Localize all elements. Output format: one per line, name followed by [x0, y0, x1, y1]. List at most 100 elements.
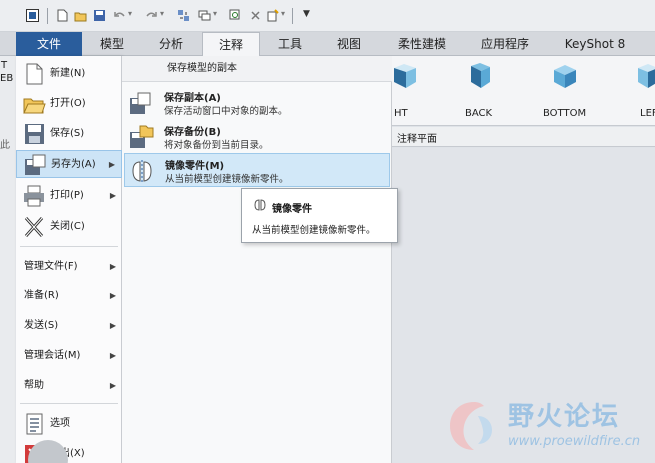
save-copy-icon — [130, 92, 151, 114]
mirror-part-icon — [132, 160, 152, 182]
save-icon[interactable] — [93, 9, 106, 22]
tooltip-title: 镜像零件 — [272, 204, 312, 215]
menu-item-send[interactable]: 发送(S) ▶ — [16, 315, 122, 337]
watermark-text: 野火论坛 — [508, 402, 621, 432]
menu-item-save-as[interactable]: 另存为(A) ▶ — [16, 150, 122, 178]
watermark-logo-icon — [450, 402, 492, 450]
menu-item-open[interactable]: 打开(O) — [16, 90, 122, 118]
mirror-part-title: 镜像零件(M) — [165, 161, 225, 172]
windows-icon[interactable] — [198, 9, 211, 22]
view-right-cube-icon[interactable] — [392, 62, 418, 90]
zoom-icon[interactable] — [229, 9, 242, 22]
annotation-plane-label[interactable]: 注释平面 — [397, 130, 437, 145]
menu-item-label: 另存为(A) — [51, 159, 96, 170]
quick-access-toolbar: ▾ ▾ ▾ ▾ ▼ — [0, 0, 655, 32]
close-icon — [24, 217, 44, 237]
menu-item-label: 关闭(C) — [50, 221, 85, 232]
app-menu-icon[interactable] — [26, 9, 39, 22]
menu-item-label: 保存(S) — [50, 128, 85, 139]
left-edge-strip: T EB 此 — [0, 56, 16, 463]
watermark: 野火论坛 www.proewildfire.cn — [440, 392, 655, 463]
menu-item-label: 准备(R) — [24, 290, 59, 301]
mirror-part-icon — [254, 199, 266, 211]
menu-item-label: 打印(P) — [50, 190, 84, 201]
menu-item-manage-session[interactable]: 管理会话(M) ▶ — [16, 345, 122, 367]
menu-item-label: 打开(O) — [50, 98, 86, 109]
undo-dropdown-icon[interactable]: ▾ — [128, 9, 132, 18]
view-bottom-cube-icon[interactable] — [552, 62, 578, 90]
customize-icon[interactable] — [266, 9, 279, 22]
menu-item-options[interactable]: 选项 — [16, 410, 122, 438]
menu-item-manage-file[interactable]: 管理文件(F) ▶ — [16, 256, 122, 278]
tab-applications[interactable]: 应用程序 — [466, 32, 544, 56]
submenu-arrow-icon: ▶ — [109, 262, 116, 271]
more-commands-icon[interactable]: ▼ — [303, 9, 310, 19]
save-copy-item[interactable]: 保存副本(A) 保存活动窗口中对象的副本。 — [124, 86, 390, 120]
windows-dropdown-icon[interactable]: ▾ — [213, 9, 217, 18]
left-strip-text-2: EB — [0, 73, 14, 84]
menu-item-label: 发送(S) — [24, 320, 59, 331]
submenu-arrow-icon: ▶ — [109, 321, 116, 330]
submenu-arrow-icon: ▶ — [109, 351, 116, 360]
close-window-icon[interactable] — [249, 9, 262, 22]
open-folder-icon — [23, 98, 46, 114]
menu-item-close[interactable]: 关闭(C) — [16, 213, 122, 241]
menu-divider — [20, 246, 118, 247]
save-backup-item[interactable]: 保存备份(B) 将对象备份到当前目录。 — [124, 120, 390, 154]
new-icon[interactable] — [56, 9, 69, 22]
submenu-arrow-icon: ▶ — [108, 160, 115, 169]
save-copy-desc: 保存活动窗口中对象的副本。 — [164, 106, 288, 117]
save-backup-title: 保存备份(B) — [164, 127, 221, 138]
tooltip-desc: 从当前模型创建镜像新零件。 — [252, 225, 376, 236]
menu-item-label: 管理会话(M) — [24, 350, 81, 361]
mirror-part-desc: 从当前模型创建镜像新零件。 — [165, 174, 289, 185]
file-menu: 新建(N) 打开(O) 保存(S) 另存为(A) ▶ 打印(P) ▶ 关闭(C)… — [16, 56, 122, 463]
view-right-label[interactable]: HT — [394, 108, 408, 119]
submenu-arrow-icon: ▶ — [109, 191, 116, 200]
menu-item-prepare[interactable]: 准备(R) ▶ — [16, 285, 122, 307]
menu-item-label: 选项 — [50, 418, 70, 429]
save-icon — [25, 124, 44, 144]
mirror-part-item[interactable]: 镜像零件(M) 从当前模型创建镜像新零件。 — [124, 153, 390, 187]
tab-model[interactable]: 模型 — [82, 32, 142, 56]
menu-item-save[interactable]: 保存(S) — [16, 120, 122, 148]
options-icon — [26, 413, 43, 435]
save-backup-icon — [130, 125, 154, 148]
menu-item-print[interactable]: 打印(P) ▶ — [16, 182, 122, 210]
redo-dropdown-icon[interactable]: ▾ — [160, 9, 164, 18]
view-left-cube-icon[interactable] — [632, 62, 655, 90]
view-left-label[interactable]: LEF — [640, 108, 655, 119]
new-file-icon — [26, 63, 43, 85]
save-as-panel: 保存模型的副本 保存副本(A) 保存活动窗口中对象的副本。 保存备份(B) 将对… — [122, 56, 392, 463]
view-back-label[interactable]: BACK — [465, 108, 492, 119]
menu-divider — [20, 403, 118, 404]
regenerate-icon[interactable] — [177, 9, 190, 22]
undo-icon[interactable] — [113, 9, 126, 22]
save-copy-title: 保存副本(A) — [164, 93, 221, 104]
tab-tools[interactable]: 工具 — [262, 32, 318, 56]
tab-view[interactable]: 视图 — [320, 32, 378, 56]
open-icon[interactable] — [74, 9, 87, 22]
customize-dropdown-icon[interactable]: ▾ — [281, 9, 285, 18]
menu-item-label: 帮助 — [24, 380, 44, 391]
save-as-icon — [25, 154, 46, 175]
menu-item-help[interactable]: 帮助 ▶ — [16, 375, 122, 397]
print-icon — [24, 185, 44, 207]
menu-item-label: 管理文件(F) — [24, 261, 78, 272]
watermark-url: www.proewildfire.cn — [508, 434, 641, 449]
save-as-panel-header: 保存模型的副本 — [122, 56, 392, 82]
menu-item-new[interactable]: 新建(N) — [16, 60, 122, 88]
submenu-arrow-icon: ▶ — [109, 381, 116, 390]
tab-keyshot[interactable]: KeyShot 8 — [548, 32, 642, 56]
view-bottom-label[interactable]: BOTTOM — [543, 108, 586, 119]
mirror-part-tooltip: 镜像零件 从当前模型创建镜像新零件。 — [241, 188, 398, 243]
tab-annotate[interactable]: 注释 — [202, 32, 260, 57]
save-backup-desc: 将对象备份到当前目录。 — [164, 140, 269, 151]
redo-icon[interactable] — [145, 9, 158, 22]
submenu-arrow-icon: ▶ — [109, 291, 116, 300]
menu-item-label: 新建(N) — [50, 68, 86, 79]
tab-file[interactable]: 文件 — [16, 32, 82, 56]
view-back-cube-icon[interactable] — [467, 62, 493, 90]
tab-flexible-modeling[interactable]: 柔性建模 — [380, 32, 464, 56]
tab-analysis[interactable]: 分析 — [142, 32, 200, 56]
